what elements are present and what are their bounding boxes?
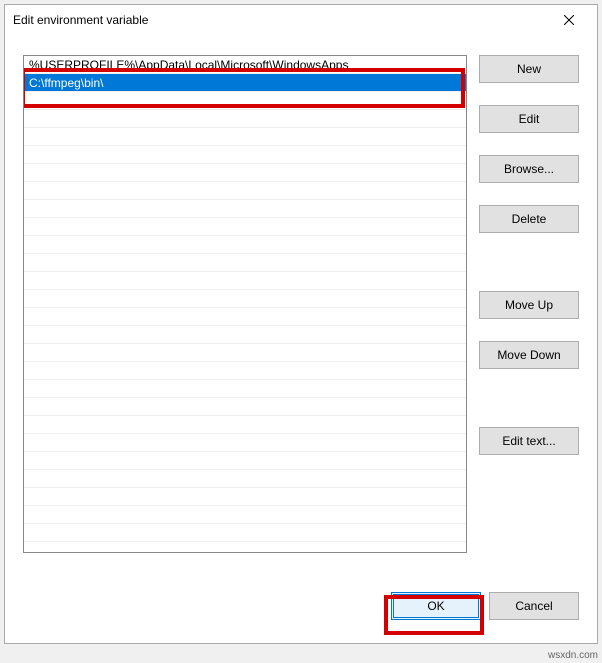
delete-button[interactable]: Delete bbox=[479, 205, 579, 233]
close-button[interactable] bbox=[549, 6, 589, 34]
list-item[interactable] bbox=[24, 416, 466, 434]
button-column: New Edit Browse... Delete Move Up Move D… bbox=[479, 55, 579, 573]
list-item[interactable] bbox=[24, 326, 466, 344]
list-item[interactable] bbox=[24, 254, 466, 272]
dialog-footer: OK Cancel bbox=[5, 583, 597, 643]
list-item[interactable] bbox=[24, 380, 466, 398]
list-item[interactable] bbox=[24, 92, 466, 110]
edit-env-var-dialog: Edit environment variable %USERPROFILE%\… bbox=[4, 4, 598, 644]
edit-text-button[interactable]: Edit text... bbox=[479, 427, 579, 455]
move-up-button[interactable]: Move Up bbox=[479, 291, 579, 319]
list-item[interactable] bbox=[24, 452, 466, 470]
list-item[interactable] bbox=[24, 110, 466, 128]
dialog-title: Edit environment variable bbox=[13, 13, 549, 27]
list-item[interactable] bbox=[24, 290, 466, 308]
list-item[interactable] bbox=[24, 524, 466, 542]
watermark: wsxdn.com bbox=[548, 650, 598, 661]
close-icon bbox=[564, 15, 574, 25]
list-item[interactable] bbox=[24, 218, 466, 236]
browse-button[interactable]: Browse... bbox=[479, 155, 579, 183]
list-item[interactable] bbox=[24, 272, 466, 290]
list-item[interactable]: %USERPROFILE%\AppData\Local\Microsoft\Wi… bbox=[24, 56, 466, 74]
list-item[interactable]: C:\ffmpeg\bin\ bbox=[24, 74, 466, 92]
titlebar: Edit environment variable bbox=[5, 5, 597, 35]
dialog-content: %USERPROFILE%\AppData\Local\Microsoft\Wi… bbox=[5, 35, 597, 583]
ok-button[interactable]: OK bbox=[391, 592, 481, 620]
list-item[interactable] bbox=[24, 398, 466, 416]
list-item[interactable] bbox=[24, 308, 466, 326]
list-item[interactable] bbox=[24, 128, 466, 146]
list-item[interactable] bbox=[24, 506, 466, 524]
list-item[interactable] bbox=[24, 362, 466, 380]
path-list[interactable]: %USERPROFILE%\AppData\Local\Microsoft\Wi… bbox=[23, 55, 467, 553]
new-button[interactable]: New bbox=[479, 55, 579, 83]
list-item[interactable] bbox=[24, 182, 466, 200]
cancel-button[interactable]: Cancel bbox=[489, 592, 579, 620]
list-item[interactable] bbox=[24, 434, 466, 452]
move-down-button[interactable]: Move Down bbox=[479, 341, 579, 369]
list-item[interactable] bbox=[24, 470, 466, 488]
list-item[interactable] bbox=[24, 236, 466, 254]
list-item[interactable] bbox=[24, 488, 466, 506]
list-item[interactable] bbox=[24, 200, 466, 218]
list-item[interactable] bbox=[24, 344, 466, 362]
list-item[interactable] bbox=[24, 164, 466, 182]
list-item[interactable] bbox=[24, 146, 466, 164]
edit-button[interactable]: Edit bbox=[479, 105, 579, 133]
